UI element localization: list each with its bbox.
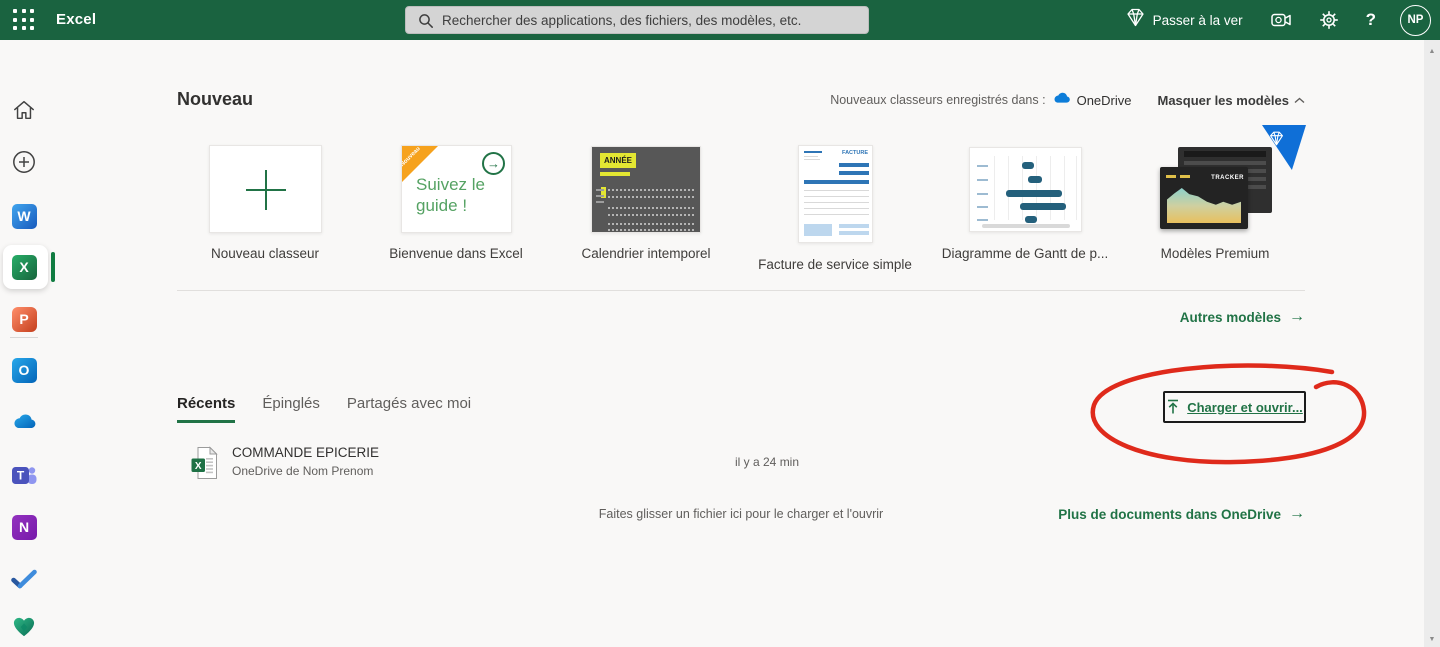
tour-arrow-icon: → (482, 152, 505, 175)
viva-heart-icon (12, 616, 36, 643)
hide-templates-label: Masquer les modèles (1157, 92, 1290, 108)
arrow-right-icon: → (1289, 505, 1305, 522)
left-app-rail: W X P O T N (0, 40, 56, 647)
search-input[interactable] (442, 7, 862, 33)
premium-thumb-title: TRACKER (1211, 175, 1244, 181)
sidebar-item-onedrive[interactable] (11, 410, 37, 436)
sidebar-item-create[interactable] (11, 150, 37, 179)
vertical-scrollbar[interactable]: ▲ ▼ (1424, 40, 1440, 647)
tab-shared[interactable]: Partagés avec moi (347, 395, 471, 423)
meet-camera-icon[interactable] (1270, 10, 1292, 30)
template-label[interactable]: Modèles Premium (1161, 246, 1270, 261)
welcome-thumb-text: Suivez le guide ! (416, 175, 485, 216)
plus-icon (246, 170, 286, 210)
sidebar-item-powerpoint[interactable]: P (11, 306, 37, 332)
sidebar-item-word[interactable]: W (11, 203, 37, 229)
avatar[interactable]: NP (1400, 4, 1431, 36)
more-documents-link[interactable]: Plus de documents dans OneDrive → (1058, 505, 1305, 523)
template-label[interactable]: Calendrier intemporel (581, 246, 710, 261)
save-location-value[interactable]: OneDrive (1077, 93, 1132, 108)
template-new-workbook[interactable] (209, 145, 322, 233)
onedrive-icon (11, 412, 37, 435)
calendar-thumb-title: ANNÉE (600, 153, 636, 168)
sidebar-item-onenote[interactable]: N (11, 514, 37, 540)
template-label[interactable]: Facture de service simple (758, 257, 912, 272)
excel-icon: X (11, 254, 37, 280)
files-tabs: Récents Épinglés Partagés avec moi (177, 395, 471, 423)
help-icon[interactable]: ? (1366, 10, 1376, 30)
premium-diamond-icon (1125, 8, 1146, 32)
file-name: COMMANDE EPICERIE (232, 445, 380, 460)
sidebar-item-viva[interactable] (11, 616, 37, 642)
onedrive-small-icon (1052, 91, 1071, 109)
sidebar-item-outlook[interactable]: O (11, 357, 37, 383)
upload-and-open-button[interactable]: Charger et ouvrir... (1163, 391, 1306, 423)
more-templates-link[interactable]: Autres modèles → (1180, 308, 1305, 326)
sidebar-item-excel[interactable]: X (11, 254, 37, 280)
arrow-right-icon: → (1289, 308, 1305, 325)
outlook-icon: O (11, 357, 37, 383)
template-calendar[interactable]: ANNÉE (591, 146, 701, 233)
app-title: Excel (56, 11, 97, 28)
file-modified-time: il y a 24 min (735, 455, 800, 469)
upgrade-premium-button[interactable]: Passer à la ver (1125, 8, 1243, 32)
save-location-row: Nouveaux classeurs enregistrés dans : On… (830, 91, 1305, 109)
todo-check-icon (11, 569, 37, 594)
app-launcher-icon[interactable] (13, 9, 35, 31)
invoice-thumb-title: FACTURE (842, 150, 868, 156)
premium-area-chart (1167, 188, 1241, 223)
hide-templates-button[interactable]: Masquer les modèles (1158, 93, 1306, 108)
upgrade-label: Passer à la ver (1152, 12, 1243, 28)
template-welcome-tour[interactable]: Nouveau → Suivez le guide ! (401, 145, 512, 233)
sidebar-item-home[interactable] (11, 99, 37, 125)
recent-file-row[interactable]: X COMMANDE EPICERIE OneDrive de Nom Pren… (177, 440, 1305, 488)
template-label[interactable]: Bienvenue dans Excel (389, 246, 523, 261)
plus-circle-icon (12, 150, 36, 179)
section-title-nouveau: Nouveau (177, 89, 254, 109)
section-divider (177, 290, 1305, 291)
search-bar[interactable] (405, 6, 869, 34)
sidebar-item-todo[interactable] (11, 568, 37, 594)
settings-gear-icon[interactable] (1319, 10, 1339, 30)
upload-icon (1168, 399, 1179, 414)
home-icon (12, 98, 36, 127)
template-label[interactable]: Nouveau classeur (211, 246, 319, 261)
top-app-bar: Excel Passer à la ver ? NP (0, 0, 1440, 40)
file-location: OneDrive de Nom Prenom (232, 464, 374, 478)
word-icon: W (11, 203, 37, 229)
sidebar-active-pill (51, 252, 55, 282)
premium-diamond-icon (1270, 131, 1283, 146)
rail-divider (10, 337, 38, 338)
teams-icon: T (11, 462, 37, 488)
svg-text:T: T (17, 469, 25, 483)
template-invoice[interactable]: FACTURE (798, 145, 873, 243)
template-premium[interactable]: TRACKER (1160, 145, 1272, 235)
save-location-prefix: Nouveaux classeurs enregistrés dans : (830, 93, 1046, 107)
powerpoint-icon: P (11, 306, 37, 332)
svg-text:X: X (195, 461, 202, 472)
scroll-down-arrow[interactable]: ▼ (1424, 636, 1440, 643)
sidebar-item-teams[interactable]: T (11, 462, 37, 488)
premium-front-panel: TRACKER (1160, 167, 1248, 229)
search-icon (418, 13, 434, 34)
chevron-up-icon (1294, 97, 1305, 103)
scroll-up-arrow[interactable]: ▲ (1424, 48, 1440, 55)
tab-recents[interactable]: Récents (177, 395, 236, 423)
template-label[interactable]: Diagramme de Gantt de p... (942, 246, 1109, 261)
template-gantt[interactable] (969, 147, 1082, 232)
onenote-icon: N (11, 514, 37, 540)
tab-pinned[interactable]: Épinglés (262, 395, 320, 423)
excel-file-icon: X (191, 446, 218, 479)
